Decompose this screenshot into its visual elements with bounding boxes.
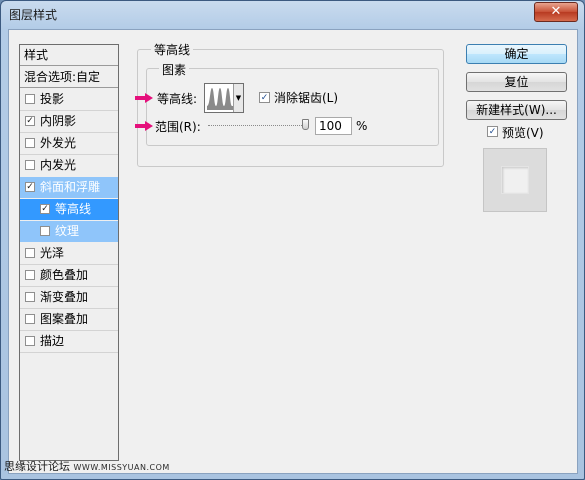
- watermark-en: WWW.MISSYUAN.COM: [73, 463, 170, 472]
- pink-arrow-icon: [135, 121, 153, 131]
- preview-label: 预览(V): [502, 126, 544, 140]
- chevron-down-icon[interactable]: ▼: [233, 84, 243, 112]
- sidebar-item-stroke[interactable]: 描边: [20, 331, 118, 352]
- range-unit: %: [356, 119, 368, 133]
- range-slider[interactable]: [208, 125, 308, 127]
- checkbox[interactable]: [25, 314, 35, 324]
- styles-header[interactable]: 样式: [20, 45, 118, 66]
- checkbox[interactable]: ✓: [25, 116, 35, 126]
- checkbox[interactable]: [25, 138, 35, 148]
- sidebar-item-texture[interactable]: 纹理: [20, 221, 118, 242]
- close-icon: ✕: [550, 4, 562, 19]
- blending-options-item[interactable]: 混合选项:自定: [20, 67, 118, 88]
- checkbox[interactable]: ✓: [25, 182, 35, 192]
- sidebar-item-satin[interactable]: 光泽: [20, 243, 118, 264]
- new-style-button[interactable]: 新建样式(W)...: [466, 100, 567, 120]
- range-input[interactable]: 100: [315, 117, 352, 135]
- title-bar[interactable]: 图层样式 ✕: [1, 1, 584, 25]
- contour-curve-icon: [207, 86, 234, 110]
- group-title: 等高线: [151, 41, 194, 58]
- watermark: 思缘设计论坛 WWW.MISSYUAN.COM: [4, 458, 170, 474]
- checkbox[interactable]: [25, 94, 35, 104]
- sidebar-item-drop-shadow[interactable]: 投影: [20, 89, 118, 110]
- checkbox[interactable]: [25, 270, 35, 280]
- style-preview: [483, 148, 547, 212]
- contour-picker[interactable]: ▼: [204, 83, 244, 113]
- checkbox[interactable]: [25, 292, 35, 302]
- reset-button[interactable]: 复位: [466, 72, 567, 92]
- sidebar-item-inner-glow[interactable]: 内发光: [20, 155, 118, 176]
- pink-arrow-icon: [135, 93, 153, 103]
- sidebar-item-contour[interactable]: ✓ 等高线: [20, 199, 118, 220]
- range-label: 范围(R):: [155, 120, 201, 134]
- checkbox[interactable]: [40, 226, 50, 236]
- checkbox[interactable]: [25, 248, 35, 258]
- checkbox[interactable]: ✓: [40, 204, 50, 214]
- antialias-checkbox[interactable]: ✓: [259, 92, 270, 103]
- range-slider-thumb[interactable]: [302, 119, 309, 130]
- sidebar-item-outer-glow[interactable]: 外发光: [20, 133, 118, 154]
- layer-style-dialog: 图层样式 ✕ 样式 混合选项:自定 投影 ✓ 内阴影 外发光 内发光 ✓ 斜面和…: [0, 0, 585, 480]
- styles-list: 样式 混合选项:自定 投影 ✓ 内阴影 外发光 内发光 ✓ 斜面和浮雕 ✓ 等高…: [19, 44, 119, 461]
- dialog-body: 样式 混合选项:自定 投影 ✓ 内阴影 外发光 内发光 ✓ 斜面和浮雕 ✓ 等高…: [8, 29, 578, 474]
- preview-checkbox[interactable]: ✓: [487, 126, 498, 137]
- checkbox[interactable]: [25, 336, 35, 346]
- antialias-label: 消除锯齿(L): [274, 91, 339, 105]
- close-button[interactable]: ✕: [534, 2, 578, 22]
- sidebar-item-gradient-overlay[interactable]: 渐变叠加: [20, 287, 118, 308]
- contour-label: 等高线:: [157, 92, 198, 106]
- subgroup-title: 图素: [159, 61, 190, 78]
- sidebar-item-bevel-emboss[interactable]: ✓ 斜面和浮雕: [20, 177, 118, 198]
- ok-button[interactable]: 确定: [466, 44, 567, 64]
- preview-swatch: [501, 166, 529, 194]
- sidebar-item-color-overlay[interactable]: 颜色叠加: [20, 265, 118, 286]
- sidebar-item-inner-shadow[interactable]: ✓ 内阴影: [20, 111, 118, 132]
- watermark-cn: 思缘设计论坛: [4, 460, 70, 473]
- checkbox[interactable]: [25, 160, 35, 170]
- sidebar-item-pattern-overlay[interactable]: 图案叠加: [20, 309, 118, 330]
- window-title: 图层样式: [9, 8, 58, 22]
